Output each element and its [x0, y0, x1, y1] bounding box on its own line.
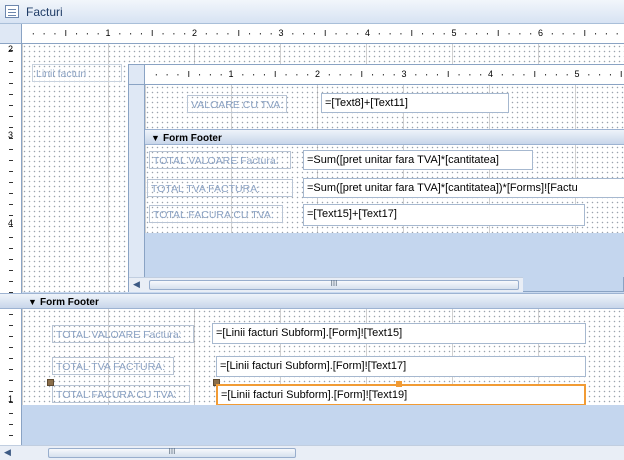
subform-control[interactable]: 12345 VALOARE CU TVA: =[Text8]+[Text11] … [128, 64, 624, 292]
vruler-number: 1 [8, 394, 14, 404]
section-arrow-icon: ▼ [28, 297, 37, 307]
ruler-number: 3 [278, 28, 284, 38]
subform-total-tva-label[interactable]: TOTAL TVA FACTURA: [147, 179, 293, 197]
subruler-number: 3 [401, 69, 407, 79]
subform-total-valoare-textbox[interactable]: =Sum([pret unitar fara TVA]*[cantitatea] [303, 150, 533, 170]
subform-total-facura-label[interactable]: TOTAL FACURA CU TVA: [149, 205, 283, 223]
main-total-tva-label[interactable]: TOTAL TVA FACTURA: [52, 357, 174, 375]
main-total-facura-label[interactable]: TOTAL FACURA CU TVA: [52, 385, 190, 403]
subruler-number: 2 [315, 69, 321, 79]
subform-total-facura-textbox[interactable]: =[Text15]+[Text17] [303, 204, 585, 226]
ruler-corner[interactable] [0, 24, 22, 44]
section-arrow-icon: ▼ [151, 133, 160, 143]
ruler-number: 4 [365, 28, 371, 38]
window-title-bar: Facturi [0, 0, 624, 24]
main-total-valoare-textbox[interactable]: =[Linii facturi Subform].[Form]![Text15] [212, 323, 586, 344]
subform-ruler-corner[interactable] [129, 65, 145, 85]
main-total-valoare-label[interactable]: TOTAL VALOARE Factura: [52, 325, 194, 343]
ruler-number: 2 [192, 28, 198, 38]
vruler-number: 4 [8, 218, 14, 228]
window-title: Facturi [26, 5, 63, 19]
selection-handle[interactable] [396, 381, 402, 387]
scroll-left-icon[interactable]: ◀ [4, 447, 11, 458]
main-footer-bar[interactable]: ▼ Form Footer [0, 293, 624, 309]
subform-horizontal-ruler[interactable]: 1 2 3 4 5 [145, 65, 624, 85]
label-move-handle[interactable] [47, 379, 54, 386]
subform-name-label[interactable]: Linii facturi [32, 64, 122, 82]
main-scroll-thumb[interactable]: III [48, 447, 296, 458]
form-empty-area [22, 405, 624, 445]
subform-total-valoare-label[interactable]: TOTAL VALOARE Factura: [149, 151, 291, 169]
subruler-number: 4 [488, 69, 494, 79]
subruler-number: 1 [228, 69, 234, 79]
main-total-tva-textbox[interactable]: =[Linii facturi Subform].[Form]![Text17] [216, 356, 586, 377]
main-total-facura-textbox[interactable]: =[Linii facturi Subform].[Form]![Text19] [216, 384, 586, 406]
horizontal-ruler[interactable]: 1 2 3 4 5 6 [22, 24, 624, 44]
vruler-number: 3 [8, 130, 14, 140]
valoare-cu-tva-textbox[interactable]: =[Text8]+[Text11] [321, 93, 509, 113]
scroll-left-icon[interactable]: ◀ [133, 279, 140, 290]
main-horizontal-scrollbar[interactable]: ◀ III [0, 445, 624, 460]
subform-vertical-ruler[interactable] [129, 85, 145, 277]
ruler-number: 6 [538, 28, 544, 38]
vertical-ruler[interactable]: 2 3 4 1 [0, 44, 22, 460]
subruler-number: 5 [574, 69, 580, 79]
subform-footer-bar[interactable]: ▼ Form Footer [145, 129, 624, 145]
form-icon [5, 5, 19, 18]
subform-scroll-thumb[interactable]: III [149, 279, 519, 290]
vruler-number: 2 [8, 44, 14, 54]
ruler-number: 5 [451, 28, 457, 38]
valoare-cu-tva-label[interactable]: VALOARE CU TVA: [187, 95, 287, 113]
ruler-number: 1 [105, 28, 111, 38]
subform-empty-area [145, 233, 624, 277]
subform-horizontal-scrollbar[interactable]: ◀ III [129, 277, 523, 292]
subform-total-tva-textbox[interactable]: =Sum([pret unitar fara TVA]*[cantitatea]… [303, 178, 624, 198]
